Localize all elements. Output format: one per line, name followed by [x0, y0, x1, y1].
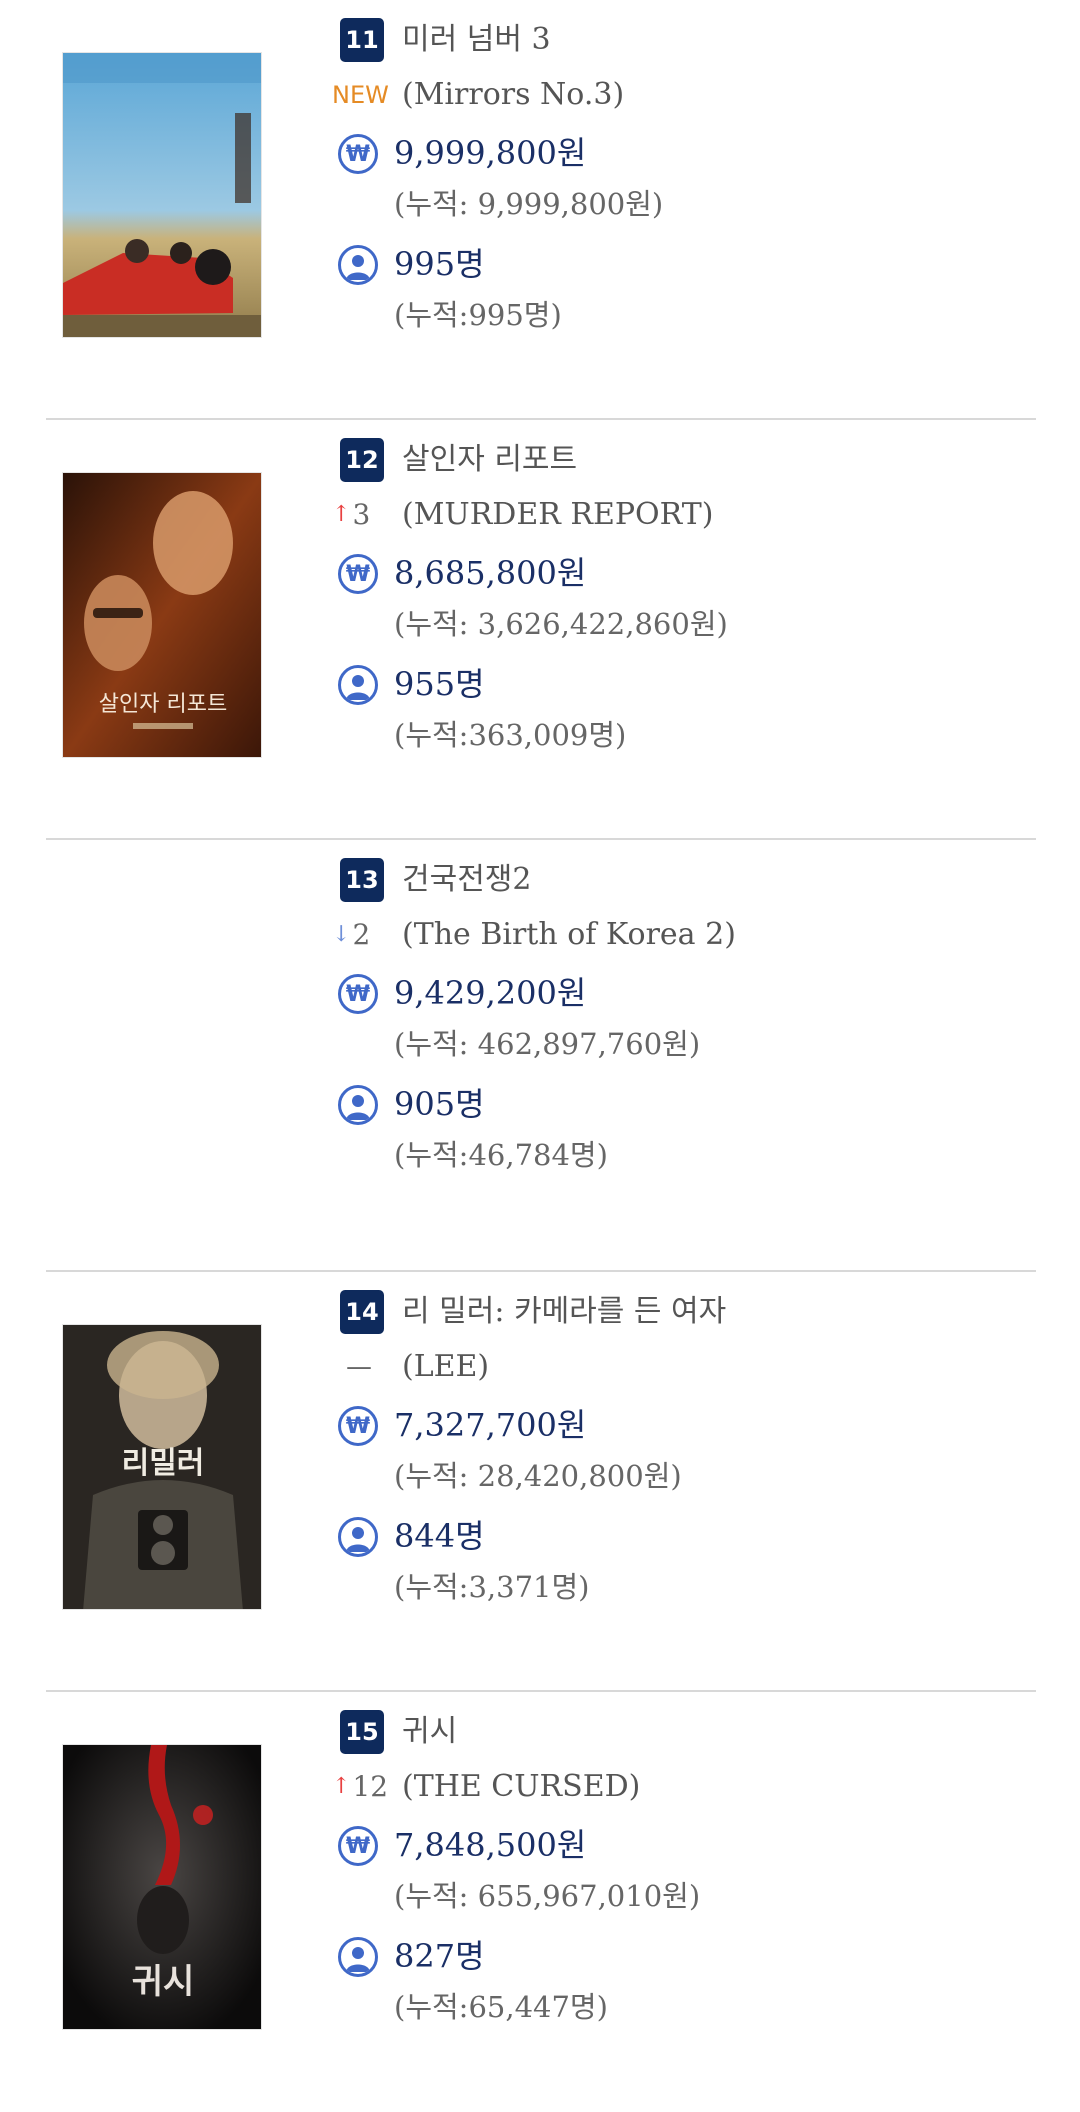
- movie-poster-mirrors-no3[interactable]: [62, 52, 262, 338]
- svg-text:살인자 리포트: 살인자 리포트: [99, 692, 227, 717]
- rank-change: ↓ 2: [332, 912, 370, 958]
- rank-change: —: [332, 1344, 372, 1390]
- cumulative-audience: (누적:46,784명): [394, 1138, 608, 1172]
- daily-sales: 7,848,500원: [394, 1826, 587, 1864]
- rank-badge: 13: [340, 858, 384, 902]
- movie-title-ko[interactable]: 귀시: [402, 1710, 457, 1754]
- svg-text:귀시: 귀시: [132, 1962, 195, 2002]
- movie-poster-the-cursed[interactable]: 귀시: [62, 1744, 262, 2030]
- movie-title-ko[interactable]: 미러 넘버 3: [402, 18, 551, 62]
- rank-change-value: 3: [352, 498, 371, 531]
- new-badge: NEW: [332, 81, 389, 109]
- cumulative-audience: (누적:995명): [394, 298, 562, 332]
- cumulative-sales: (누적: 462,897,760원): [394, 1027, 701, 1061]
- won-currency-icon: ₩: [338, 554, 378, 594]
- cumulative-audience: (누적:3,371명): [394, 1570, 590, 1604]
- poster-image: 살인자 리포트: [63, 473, 261, 757]
- movie-title-en: (LEE): [402, 1349, 490, 1384]
- daily-sales: 9,429,200원: [394, 974, 587, 1012]
- cumulative-audience: (누적:65,447명): [394, 1990, 608, 2024]
- movie-title-en: (Mirrors No.3): [402, 77, 625, 112]
- arrow-up-icon: ↑: [332, 1774, 351, 1799]
- daily-audience: 955명: [394, 665, 485, 703]
- rank-badge: 12: [340, 438, 384, 482]
- won-currency-icon: ₩: [338, 1826, 378, 1866]
- box-office-list: 11 미러 넘버 3 NEW (Mirrors No.3) ₩ 9,999,80…: [0, 0, 1080, 2112]
- movie-item-13[interactable]: 13 건국전쟁2 ↓ 2 (The Birth of Korea 2) ₩ 9,…: [0, 840, 1080, 1272]
- movie-item-11[interactable]: 11 미러 넘버 3 NEW (Mirrors No.3) ₩ 9,999,80…: [0, 0, 1080, 420]
- movie-title-en: (MURDER REPORT): [402, 497, 714, 532]
- movie-title-en: (The Birth of Korea 2): [402, 917, 736, 952]
- arrow-up-icon: ↑: [332, 502, 351, 527]
- movie-poster-birth-of-korea-2[interactable]: [62, 892, 262, 1178]
- daily-sales: 8,685,800원: [394, 554, 587, 592]
- won-currency-icon: ₩: [338, 1406, 378, 1446]
- movie-poster-lee[interactable]: 리밀러: [62, 1324, 262, 1610]
- daily-sales: 7,327,700원: [394, 1406, 587, 1444]
- person-icon: [338, 245, 378, 285]
- poster-image: [63, 53, 261, 337]
- daily-audience: 905명: [394, 1085, 485, 1123]
- cumulative-sales: (누적: 3,626,422,860원): [394, 607, 728, 641]
- arrow-down-icon: ↓: [332, 922, 351, 947]
- movie-item-12[interactable]: 살인자 리포트 12 살인자 리포트 ↑ 3 (MURDER REPORT) ₩…: [0, 420, 1080, 840]
- daily-sales: 9,999,800원: [394, 134, 587, 172]
- cumulative-sales: (누적: 28,420,800원): [394, 1459, 682, 1493]
- no-change-dash: —: [346, 1352, 372, 1382]
- person-icon: [338, 1085, 378, 1125]
- cumulative-audience: (누적:363,009명): [394, 718, 627, 752]
- rank-change: ↑ 3: [332, 492, 370, 538]
- movie-poster-murder-report[interactable]: 살인자 리포트: [62, 472, 262, 758]
- won-currency-icon: ₩: [338, 974, 378, 1014]
- movie-item-15[interactable]: 귀시 15 귀시 ↑ 12 (THE CURSED) ₩ 7,848,500원 …: [0, 1692, 1080, 2112]
- rank-badge: 14: [340, 1290, 384, 1334]
- rank-change: ↑ 12: [332, 1764, 388, 1810]
- daily-audience: 827명: [394, 1937, 485, 1975]
- rank-change-value: 12: [352, 1770, 389, 1803]
- movie-title-ko[interactable]: 살인자 리포트: [402, 438, 577, 482]
- rank-change: NEW: [332, 72, 389, 118]
- poster-image: 귀시: [63, 1745, 261, 2029]
- rank-badge: 11: [340, 18, 384, 62]
- poster-image: 리밀러: [63, 1325, 261, 1609]
- svg-text:리밀러: 리밀러: [122, 1446, 205, 1481]
- won-currency-icon: ₩: [338, 134, 378, 174]
- cumulative-sales: (누적: 655,967,010원): [394, 1879, 701, 1913]
- person-icon: [338, 1517, 378, 1557]
- movie-item-14[interactable]: 리밀러 14 리 밀러: 카메라를 든 여자 — (LEE) ₩ 7,327,7…: [0, 1272, 1080, 1692]
- daily-audience: 995명: [394, 245, 485, 283]
- rank-change-value: 2: [352, 918, 371, 951]
- movie-title-en: (THE CURSED): [402, 1769, 641, 1804]
- person-icon: [338, 1937, 378, 1977]
- rank-badge: 15: [340, 1710, 384, 1754]
- person-icon: [338, 665, 378, 705]
- daily-audience: 844명: [394, 1517, 485, 1555]
- movie-title-ko[interactable]: 리 밀러: 카메라를 든 여자: [402, 1290, 726, 1334]
- movie-title-ko[interactable]: 건국전쟁2: [402, 858, 532, 902]
- cumulative-sales: (누적: 9,999,800원): [394, 187, 664, 221]
